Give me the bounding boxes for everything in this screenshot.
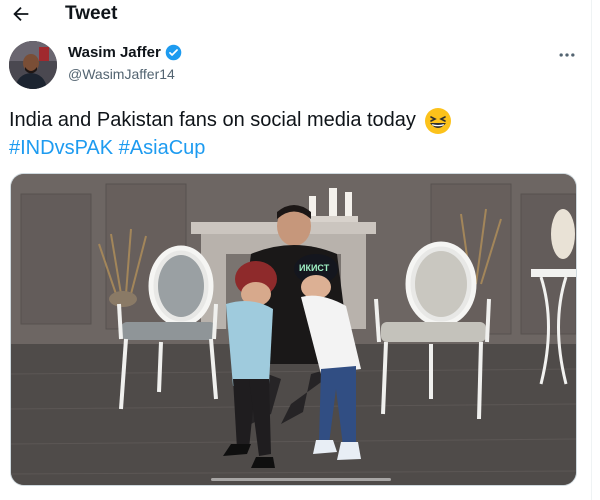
tweet-author: Wasim Jaffer @WasimJaffer14 bbox=[8, 40, 583, 92]
author-handle[interactable]: @WasimJaffer14 bbox=[68, 66, 175, 82]
avatar[interactable] bbox=[9, 41, 57, 89]
video-progress-bar[interactable] bbox=[211, 478, 391, 481]
page-title: Tweet bbox=[65, 3, 118, 24]
tweet-header: Tweet bbox=[0, 0, 592, 32]
grinning-squinting-face-icon bbox=[424, 107, 452, 135]
hashtags: #INDvsPAK #AsiaCup bbox=[9, 134, 205, 162]
more-options-icon[interactable] bbox=[557, 45, 583, 65]
video-frame: ИКИСТ bbox=[11, 174, 576, 485]
hashtag-link[interactable]: #AsiaCup bbox=[119, 137, 206, 159]
column-border bbox=[591, 0, 600, 500]
tweet-body-text: India and Pakistan fans on social media … bbox=[9, 109, 416, 131]
hashtag-link[interactable]: #INDvsPAK bbox=[9, 137, 113, 159]
tweet-text: India and Pakistan fans on social media … bbox=[9, 106, 569, 135]
verified-badge-icon bbox=[165, 44, 182, 61]
author-name-row: Wasim Jaffer bbox=[68, 44, 182, 61]
tweet-video[interactable]: ИКИСТ bbox=[10, 173, 577, 486]
cap-text: ИКИСТ bbox=[299, 263, 330, 273]
back-arrow-icon[interactable] bbox=[10, 3, 32, 25]
author-name[interactable]: Wasim Jaffer bbox=[68, 44, 161, 61]
